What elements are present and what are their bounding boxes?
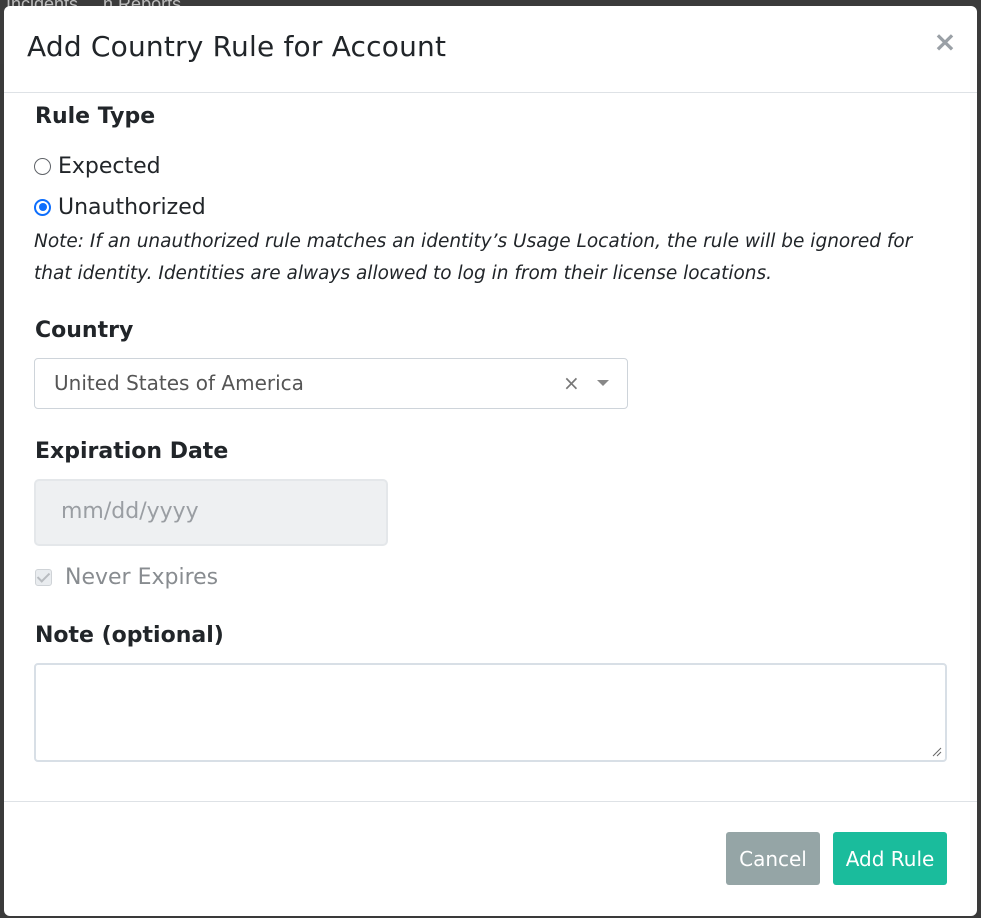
expiration-date-input[interactable]: mm/dd/yyyy	[34, 479, 388, 546]
radio-unauthorized-input[interactable]	[34, 198, 51, 216]
modal-title: Add Country Rule for Account	[27, 30, 447, 63]
radio-expected-label[interactable]: Expected	[58, 154, 161, 179]
note-label: Note (optional)	[35, 623, 224, 648]
note-textarea[interactable]	[34, 663, 947, 762]
add-rule-button[interactable]: Add Rule	[833, 832, 947, 885]
close-icon[interactable]: ×	[933, 28, 957, 56]
modal-footer: Cancel Add Rule	[4, 801, 977, 916]
rule-type-label: Rule Type	[35, 104, 156, 129]
radio-unauthorized-label[interactable]: Unauthorized	[58, 195, 206, 220]
radio-expected-input[interactable]	[34, 157, 51, 175]
never-expires-checkbox[interactable]	[35, 568, 52, 586]
chevron-down-icon[interactable]	[597, 380, 609, 386]
country-select[interactable]: United States of America ×	[34, 358, 628, 409]
expiration-date-label: Expiration Date	[35, 439, 229, 464]
cancel-button[interactable]: Cancel	[726, 832, 820, 885]
rule-type-note: Note: If an unauthorized rule matches an…	[34, 231, 913, 284]
resize-handle-icon[interactable]	[932, 747, 942, 757]
radio-expected[interactable]: Expected	[34, 152, 161, 180]
never-expires-label[interactable]: Never Expires	[65, 565, 218, 590]
radio-unauthorized[interactable]: Unauthorized	[34, 193, 206, 221]
modal-header: Add Country Rule for Account ×	[4, 6, 977, 93]
add-country-rule-modal: Add Country Rule for Account × Rule Type…	[4, 6, 977, 916]
country-label: Country	[35, 318, 134, 343]
clear-icon[interactable]: ×	[563, 371, 580, 395]
never-expires-row[interactable]: Never Expires	[35, 562, 218, 592]
expiration-date-placeholder: mm/dd/yyyy	[61, 499, 199, 524]
country-selected-value[interactable]: United States of America	[54, 371, 304, 395]
